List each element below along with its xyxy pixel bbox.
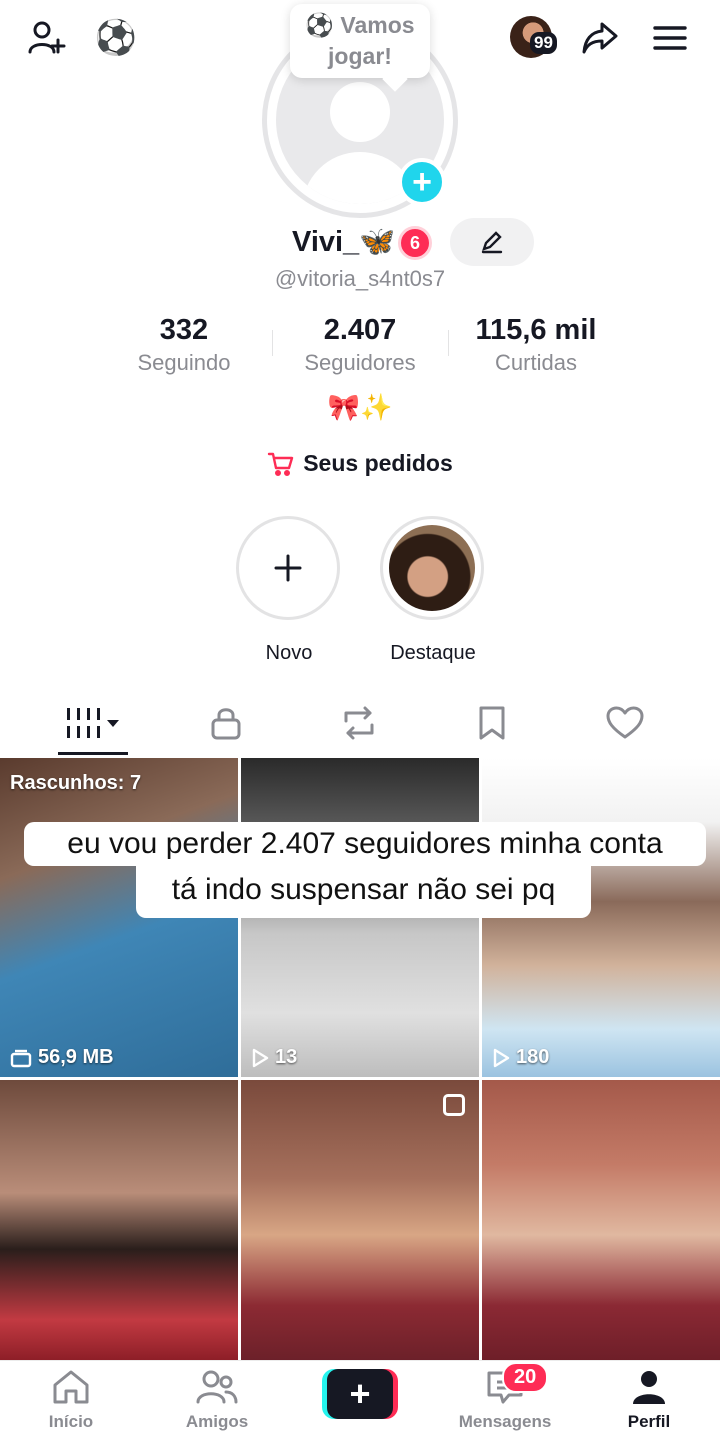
heart-icon <box>606 706 644 739</box>
soccer-ball-icon[interactable]: ⚽ <box>92 14 140 62</box>
stat-value: 2.407 <box>323 314 397 346</box>
tab-reposts[interactable] <box>292 690 426 756</box>
stat-label: Curtidas <box>495 350 577 375</box>
stat-label: Seguindo <box>137 350 231 375</box>
bio: 🎀✨ <box>327 392 393 422</box>
nav-label: Perfil <box>627 1412 671 1431</box>
highlight-new-circle[interactable] <box>236 516 340 620</box>
plus-icon: + <box>327 1369 393 1419</box>
profile-icon <box>633 1371 665 1404</box>
highlight-label: Destaque <box>390 642 476 664</box>
video-stat: 13 <box>251 1046 297 1069</box>
story-count-badge: 99 <box>530 32 557 54</box>
nav-profile[interactable]: Perfil <box>594 1369 704 1432</box>
video-stat-value: 56,9 MB <box>38 1046 114 1068</box>
tab-private[interactable] <box>159 690 293 756</box>
video-views: 180 <box>516 1046 550 1068</box>
stat-following[interactable]: 332 Seguindo <box>94 312 274 378</box>
nav-friends[interactable]: Amigos <box>162 1369 272 1432</box>
stat-label: Seguidores <box>304 350 416 375</box>
orders-link[interactable]: Seus pedidos <box>0 450 720 477</box>
play-icon <box>493 1048 510 1067</box>
stat-followers[interactable]: 2.407 Seguidores <box>270 312 450 378</box>
shopping-cart-icon <box>268 452 294 476</box>
display-name: Vivi_🦋 <box>292 226 396 258</box>
video-stat: 180 <box>492 1046 549 1069</box>
pencil-icon <box>481 231 503 254</box>
nav-label: Amigos <box>185 1412 249 1431</box>
friends-icon <box>196 1370 238 1404</box>
stat-value: 332 <box>159 314 209 346</box>
messages-badge: 20 <box>502 1362 549 1393</box>
orders-label: Seus pedidos <box>303 450 453 476</box>
active-tab-indicator <box>58 752 128 755</box>
add-friend-icon[interactable] <box>22 14 70 62</box>
highlight-new[interactable]: Novo <box>236 516 342 665</box>
highlight-label: Novo <box>265 642 313 664</box>
name-row: Vivi_🦋 6 <box>0 218 720 266</box>
repost-icon <box>344 706 374 740</box>
tab-videos[interactable] <box>26 690 160 756</box>
caption-line-1: eu vou perder 2.407 seguidores minha con… <box>24 822 706 866</box>
drafts-label: Rascunhos: 7 <box>10 772 142 794</box>
status-bubble-text: ⚽ Vamos jogar! <box>305 12 415 69</box>
caption-line-2: tá indo suspensar não sei pq <box>136 866 591 918</box>
edit-profile-button[interactable] <box>450 218 534 266</box>
stats-row: 332 Seguindo 2.407 Seguidores 115,6 mil … <box>0 312 720 382</box>
plus-icon <box>274 554 302 582</box>
highlight-photo <box>389 525 475 611</box>
tab-liked[interactable] <box>558 690 692 756</box>
bottom-navigation: Início Amigos + Mensagens Perfil <box>0 1360 720 1436</box>
video-thumbnail[interactable] <box>0 1080 238 1362</box>
content-tabs <box>0 690 720 756</box>
stat-likes[interactable]: 115,6 mil Curtidas <box>446 312 626 378</box>
status-bubble[interactable]: ⚽ Vamos jogar! <box>290 4 430 78</box>
nav-label: Início <box>48 1412 94 1431</box>
highlight-featured-circle[interactable] <box>380 516 484 620</box>
video-views: 13 <box>275 1046 298 1068</box>
lock-icon <box>211 708 241 740</box>
highlight-featured[interactable]: Destaque <box>380 516 486 665</box>
menu-icon[interactable] <box>646 14 694 62</box>
nav-home[interactable]: Início <box>16 1369 126 1432</box>
share-icon[interactable] <box>576 14 624 62</box>
video-thumbnail[interactable] <box>482 1080 720 1362</box>
stat-value: 115,6 mil <box>475 314 597 346</box>
username: @vitoria_s4nt0s7 <box>274 266 446 291</box>
level-badge: 6 <box>398 226 432 260</box>
bookmark-icon <box>479 706 505 740</box>
multi-photo-icon <box>443 1094 465 1116</box>
play-icon <box>252 1048 269 1067</box>
tab-saved[interactable] <box>425 690 559 756</box>
video-thumbnail[interactable] <box>241 1080 479 1362</box>
nav-label: Mensagens <box>458 1412 552 1431</box>
videos-grid-icon <box>67 708 119 738</box>
add-photo-button[interactable]: + <box>398 158 446 206</box>
home-icon <box>53 1370 89 1404</box>
video-stat: 56,9 MB <box>10 1046 114 1069</box>
storage-icon <box>10 1049 32 1067</box>
create-button[interactable]: + <box>322 1369 398 1419</box>
